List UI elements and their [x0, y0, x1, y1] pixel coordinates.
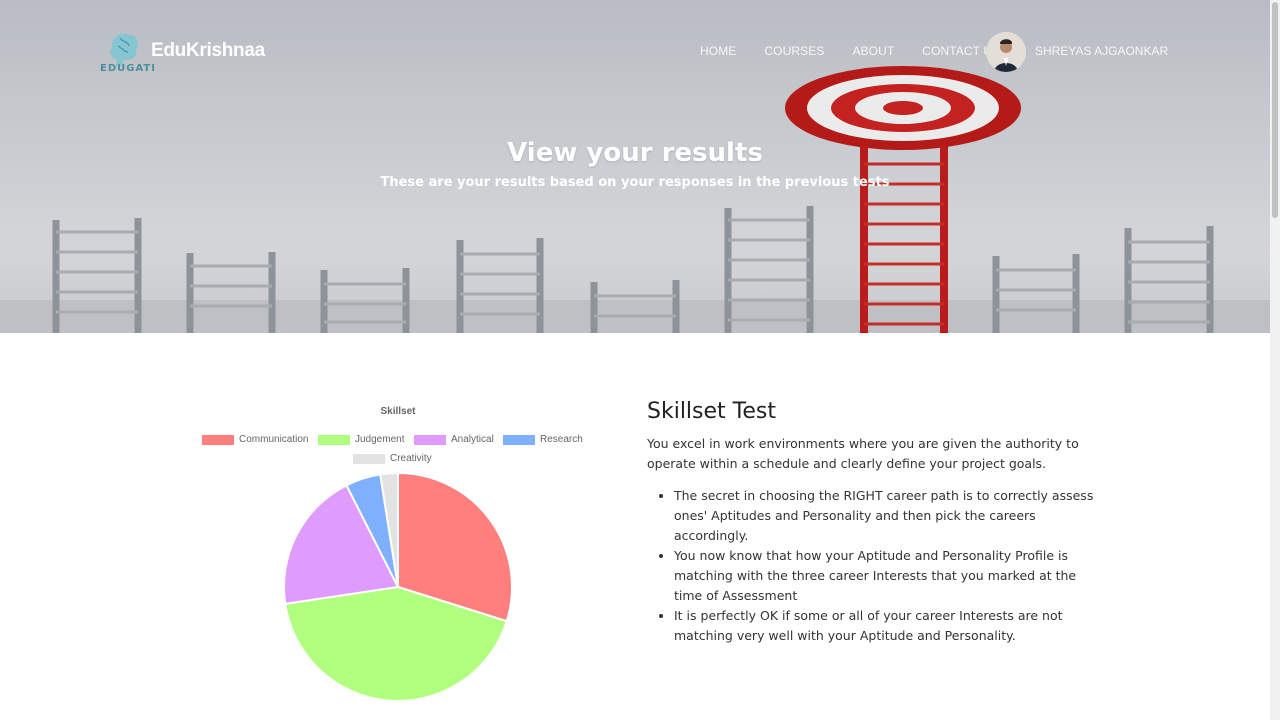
list-item: You now know that how your Aptitude and … — [674, 546, 1107, 606]
section-title: Skillset Test — [647, 399, 776, 424]
scrollbar-thumb[interactable] — [1272, 2, 1278, 218]
pie-chart — [283, 471, 513, 702]
list-item: It is perfectly OK if some or all of you… — [674, 606, 1107, 646]
main-nav: HOME COURSES ABOUT CONTACT US — [700, 44, 1008, 58]
result-points: The secret in choosing the RIGHT career … — [647, 486, 1107, 646]
skillset-chart: Skillset Communication Judgement Analytica… — [190, 398, 610, 708]
avatar[interactable] — [986, 32, 1026, 72]
nav-home[interactable]: HOME — [700, 44, 736, 58]
page-subtitle: These are your results based on your res… — [380, 175, 890, 190]
brand-name[interactable]: EduKrishnaa — [151, 40, 265, 62]
list-item: The secret in choosing the RIGHT career … — [674, 486, 1107, 546]
user-name[interactable]: SHREYAS AJGAONKAR — [1035, 44, 1168, 58]
result-section: Skillset Test You excel in work environm… — [647, 399, 1107, 646]
page-title: View your results — [507, 138, 763, 168]
nav-about[interactable]: ABOUT — [852, 44, 894, 58]
nav-courses[interactable]: COURSES — [764, 44, 824, 58]
logo-caption: EDUGATI — [100, 63, 156, 74]
user-avatar-icon — [986, 32, 1026, 72]
result-summary: You excel in work environments where you… — [647, 436, 1079, 471]
